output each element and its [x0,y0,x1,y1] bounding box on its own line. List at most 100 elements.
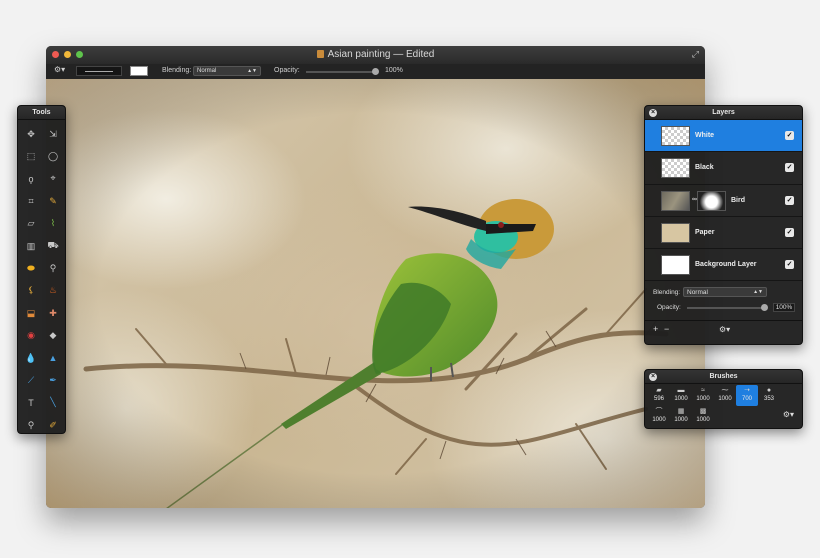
brushes-panel: × Brushes ▰ 596 ▬ 1000 ≈1000 ⁓ 1000 ➝ 700 ● 3… [644,369,803,429]
brush-preset[interactable]: ⌒ 1000 [648,406,670,427]
text-icon: T [28,397,34,408]
layer-row-white[interactable]: White ✓ [645,120,802,153]
gear-icon[interactable]: ⚙▾ [54,65,65,74]
opacity-value: 100% [385,67,403,74]
gear-icon[interactable]: ⚙▾ [783,410,794,419]
tool-button[interactable]: ✎ [42,190,64,212]
layer-blending-select[interactable]: Normal ▲▼ [683,287,767,298]
document-name: Asian painting [327,49,391,60]
layer-mask-thumbnail[interactable] [697,190,726,211]
tool-button[interactable]: ◯ [42,145,64,167]
opacity-label: Opacity: [274,67,300,74]
poly-lasso-icon: ⌖ [50,173,56,184]
tool-button[interactable]: ✒ [42,369,64,391]
tool-button[interactable]: ◆ [42,325,64,347]
brush-preset[interactable]: ▩ 1000 [692,406,714,427]
tool-button[interactable]: ⬚ [20,145,42,167]
opacity-slider-track[interactable] [306,71,378,73]
image-canvas[interactable] [46,79,705,508]
brush-preset[interactable]: ▦ 1000 [670,406,692,427]
gradient-icon: ▥ [26,240,36,251]
pencil-icon: ⟋ [27,374,35,385]
tool-button[interactable]: 💧 [20,347,42,369]
brush-size: 1000 [696,396,710,402]
visibility-checkbox[interactable]: ✓ [785,260,794,270]
layer-row-paper[interactable]: Paper ✓ [645,217,802,250]
brush-size: 700 [741,396,752,402]
tool-button[interactable]: ▥ [20,235,42,257]
visibility-checkbox[interactable]: ✓ [785,131,794,140]
tool-button[interactable]: ⬓ [20,302,42,324]
tool-button[interactable]: ✚ [42,302,64,324]
brush-preset-selected[interactable]: ➝ 700 [736,385,758,406]
brush-preset[interactable]: ● 353 [758,385,780,406]
tool-button[interactable]: ⛟ [42,235,64,257]
brush-stroke-icon: ⌒ [655,408,663,415]
layers-title: Layers [712,109,735,116]
brush-preset[interactable]: ≈1000 [692,385,714,406]
visibility-checkbox[interactable]: ✓ [785,227,794,237]
layer-row-bird[interactable]: ∞ Bird ✓ [645,185,802,217]
layer-thumbnail [661,190,690,211]
visibility-checkbox[interactable]: ✓ [785,195,794,205]
color-swatch[interactable] [130,66,148,76]
close-icon[interactable]: × [649,373,657,381]
title-bar: Asian painting — Edited ⤢ [46,46,705,64]
options-toolbar: ⚙▾ Blending: Normal ▲▼ Opacity: 100% [46,64,705,79]
tool-button[interactable]: ⚲ [20,414,42,436]
brush-size: 353 [763,396,774,402]
layer-opacity-slider-knob[interactable] [761,304,768,312]
layer-opacity-slider-track[interactable] [687,307,765,310]
tool-button[interactable]: ⚸ [20,280,42,302]
blur-icon: 💧 [25,352,37,363]
brush-size: 596 [653,396,664,402]
tool-button[interactable]: ✐ [42,414,64,436]
opacity-slider-knob[interactable] [372,68,379,75]
tool-button[interactable]: ⌖ [42,168,64,190]
tool-button[interactable]: ♨ [42,280,64,302]
layers-footer: + − ⚙▾ [645,321,802,341]
layers-header: × Layers [645,106,802,120]
layer-row-background[interactable]: Background Layer ✓ [645,249,802,282]
tool-button[interactable]: ϙ [20,168,42,190]
layer-thumbnail [661,255,690,276]
layer-opacity-field[interactable]: 100% [773,303,795,313]
tool-button[interactable]: ╲ [42,392,64,414]
fullscreen-icon[interactable]: ⤢ [692,49,699,60]
brush-size: 1000 [696,417,710,423]
tool-button[interactable]: ✥ [20,123,42,145]
close-icon[interactable]: × [649,109,657,117]
tool-button[interactable]: ⌗ [20,190,42,212]
edited-status: — Edited [393,49,435,60]
tools-grid: ✥ ⇲ ⬚ ◯ ϙ ⌖ ⌗ ✎ ▱ ⌇ ▥ ⛟ ⬬ ⚲ ⚸ ♨ ⬓ ✚ ◉ ◆ … [18,120,65,436]
tool-button[interactable]: ▲ [42,347,64,369]
brush-preset-button[interactable] [76,66,122,76]
remove-layer-icon[interactable]: − [664,324,669,334]
add-layer-icon[interactable]: + [653,324,658,334]
tool-button[interactable]: ▱ [20,213,42,235]
blending-select[interactable]: Normal ▲▼ [193,66,261,76]
brush-stroke-icon: ⁓ [721,387,729,394]
tool-button[interactable]: T [20,392,42,414]
tools-panel: Tools ✥ ⇲ ⬚ ◯ ϙ ⌖ ⌗ ✎ ▱ ⌇ ▥ ⛟ ⬬ ⚲ ⚸ ♨ ⬓ … [17,105,66,434]
pen-icon: ✒ [49,374,57,385]
tool-button[interactable]: ◉ [20,325,42,347]
layer-row-black[interactable]: Black ✓ [645,152,802,185]
tool-button[interactable]: ⌇ [42,213,64,235]
main-window: Asian painting — Edited ⤢ ⚙▾ Blending: N… [46,46,705,508]
layer-options: Blending: Normal ▲▼ Opacity: 100% [645,281,802,322]
visibility-checkbox[interactable]: ✓ [785,163,794,173]
eraser-2-icon: ◆ [49,330,57,341]
brush-stroke-icon: ▩ [699,408,707,415]
tool-button[interactable]: ⇲ [42,123,64,145]
gear-icon[interactable]: ⚙▾ [719,325,730,334]
brush-preset[interactable]: ⁓ 1000 [714,385,736,406]
brush-preset[interactable]: ▬ 1000 [670,385,692,406]
brush-size: 1000 [674,417,688,423]
tool-button[interactable]: ⚲ [42,257,64,279]
zoom-icon: ⚲ [27,419,35,430]
brush-stroke-icon: ▦ [677,408,685,415]
tool-button[interactable]: ⟋ [20,369,42,391]
tool-button[interactable]: ⬬ [20,257,42,279]
brush-preset[interactable]: ▰ 596 [648,385,670,406]
